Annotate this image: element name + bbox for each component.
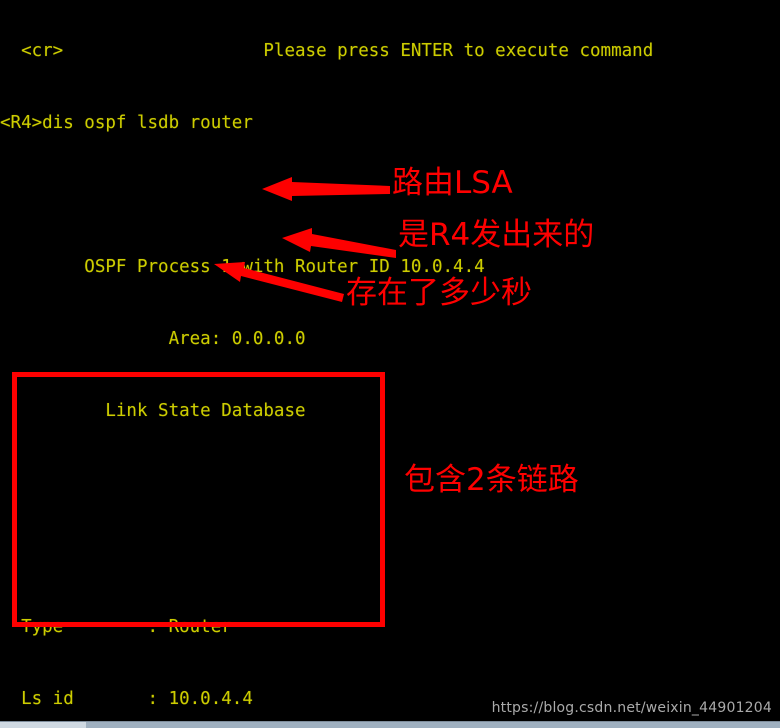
terminal-output[interactable]: <cr> Please press ENTER to execute comma… <box>0 0 780 719</box>
terminal-line-database: Link State Database <box>0 401 306 421</box>
annotation-how-many-seconds: 存在了多少秒 <box>346 275 532 311</box>
annotation-contains-2-links: 包含2条链路 <box>404 462 579 498</box>
terminal-line: <cr> Please press ENTER to execute comma… <box>0 41 654 61</box>
annotation-route-lsa: 路由LSA <box>392 165 513 201</box>
terminal-window[interactable]: <cr> Please press ENTER to execute comma… <box>0 0 780 728</box>
annotation-sent-by-r4: 是R4发出来的 <box>398 217 595 253</box>
horizontal-scrollbar[interactable] <box>0 721 780 728</box>
terminal-line-type: Type : Router <box>0 617 232 637</box>
terminal-line-command: <R4>dis ospf lsdb router <box>0 113 253 133</box>
watermark-url: https://blog.csdn.net/weixin_44901204 <box>491 700 772 716</box>
terminal-line-area: Area: 0.0.0.0 <box>0 329 306 349</box>
scrollbar-thumb[interactable] <box>0 722 86 728</box>
